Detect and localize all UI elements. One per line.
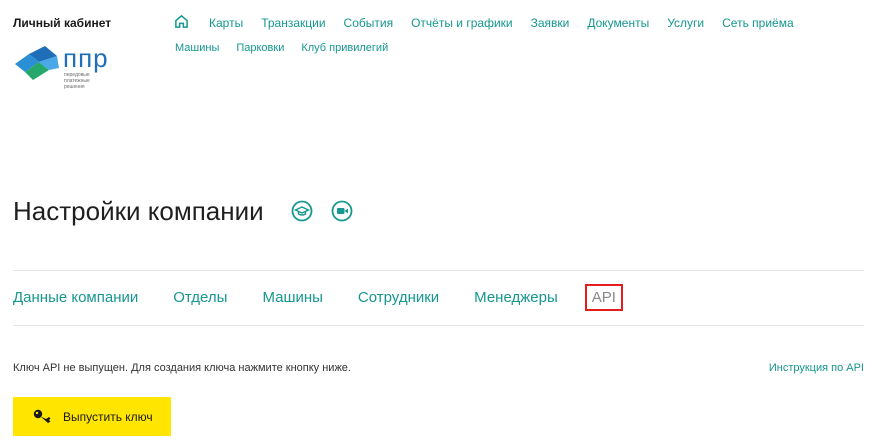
main-nav: Карты Транзакции События Отчёты и график… — [209, 16, 812, 30]
nav-documents[interactable]: Документы — [587, 16, 649, 30]
nav-network[interactable]: Сеть приёма — [722, 16, 794, 30]
tabs-top-divider — [13, 270, 864, 271]
api-instruction-link[interactable]: Инструкция по API — [769, 362, 864, 374]
nav-reports[interactable]: Отчёты и графики — [411, 16, 513, 30]
tab-managers[interactable]: Менеджеры — [474, 289, 558, 316]
home-icon[interactable] — [174, 14, 189, 29]
nav-services[interactable]: Услуги — [667, 16, 704, 30]
nav-privilege-club[interactable]: Клуб привилегий — [301, 42, 388, 54]
video-camera-icon[interactable] — [331, 200, 353, 222]
tab-vehicles[interactable]: Машины — [262, 289, 322, 316]
secondary-nav: Машины Парковки Клуб привилегий — [175, 42, 405, 54]
api-info-text: Ключ API не выпущен. Для создания ключа … — [13, 362, 351, 374]
nav-events[interactable]: События — [344, 16, 394, 30]
nav-requests[interactable]: Заявки — [531, 16, 570, 30]
logo-text: ппр — [63, 43, 109, 73]
tab-employees[interactable]: Сотрудники — [358, 289, 439, 316]
cabinet-label: Личный кабинет — [13, 16, 112, 30]
page-title: Настройки компании — [13, 196, 264, 226]
issue-key-button[interactable]: Выпустить ключ — [13, 397, 171, 436]
nav-vehicles[interactable]: Машины — [175, 42, 219, 54]
key-icon — [33, 409, 51, 423]
settings-tabs: Данные компании Отделы Машины Сотрудники… — [13, 284, 623, 316]
nav-parking[interactable]: Парковки — [236, 42, 284, 54]
tabs-bottom-divider — [13, 325, 864, 326]
graduation-cap-icon[interactable] — [291, 200, 313, 222]
logo-subtext: передовые платежные решения — [64, 72, 90, 90]
nav-cards[interactable]: Карты — [209, 16, 243, 30]
tab-departments[interactable]: Отделы — [173, 289, 227, 316]
tab-api[interactable]: API — [584, 284, 623, 311]
nav-transactions[interactable]: Транзакции — [261, 16, 325, 30]
tab-company-data[interactable]: Данные компании — [13, 289, 138, 316]
issue-key-button-label: Выпустить ключ — [63, 409, 153, 424]
